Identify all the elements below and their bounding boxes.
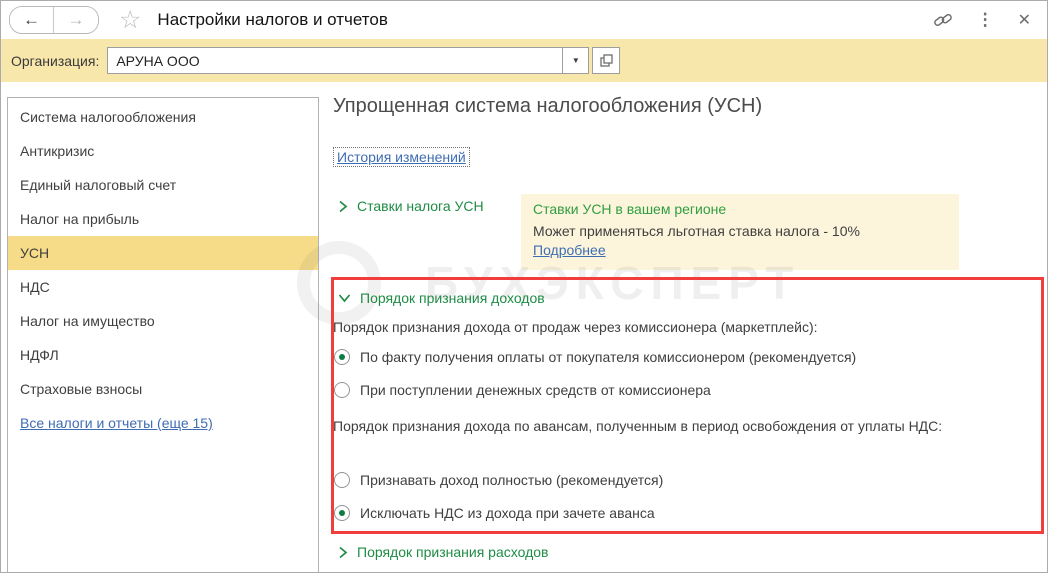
group-label: Порядок признания расходов bbox=[357, 544, 549, 560]
radio-label: Исключать НДС из дохода при зачете аванс… bbox=[360, 505, 655, 521]
infobox-title: Ставки УСН в вашем регионе bbox=[533, 201, 727, 217]
question-advances: Порядок признания дохода по авансам, пол… bbox=[333, 418, 943, 434]
infobox-text: Может применяться льготная ставка налога… bbox=[533, 223, 860, 239]
radio-option-recognize-full[interactable]: Признавать доход полностью (рекомендуетс… bbox=[334, 469, 663, 491]
radio-option-payment-by-buyer[interactable]: По факту получения оплаты от покупателя … bbox=[334, 346, 856, 368]
group-expense-recognition[interactable]: Порядок признания расходов bbox=[338, 544, 548, 560]
group-label: Ставки налога УСН bbox=[357, 198, 484, 214]
details-link[interactable]: Подробнее bbox=[533, 242, 606, 258]
tax-settings-window: ← → ☆ Настройки налогов и отчетов ⋮ ✕ Ор… bbox=[0, 0, 1048, 573]
radio-label: По факту получения оплаты от покупателя … bbox=[360, 349, 857, 365]
radio-option-exclude-nds[interactable]: Исключать НДС из дохода при зачете аванс… bbox=[334, 502, 655, 524]
radio-option-funds-from-commissioner[interactable]: При поступлении денежных средств от коми… bbox=[334, 379, 711, 401]
main-pane: Упрощенная система налогообложения (УСН)… bbox=[1, 1, 1047, 572]
chevron-down-icon bbox=[338, 293, 351, 303]
radio-selected-icon[interactable] bbox=[334, 505, 350, 521]
radio-label: При поступлении денежных средств от коми… bbox=[360, 382, 711, 398]
radio-unselected-icon[interactable] bbox=[334, 472, 350, 488]
radio-label: Признавать доход полностью (рекомендуетс… bbox=[360, 472, 664, 488]
history-link[interactable]: История изменений bbox=[333, 147, 470, 167]
section-heading: Упрощенная система налогообложения (УСН) bbox=[333, 95, 763, 117]
question-marketplace: Порядок признания дохода от продаж через… bbox=[333, 319, 818, 335]
chevron-right-icon bbox=[338, 546, 348, 559]
group-income-recognition[interactable]: Порядок признания доходов bbox=[338, 290, 545, 306]
radio-selected-icon[interactable] bbox=[334, 349, 350, 365]
region-rates-infobox: Ставки УСН в вашем регионе Может применя… bbox=[521, 194, 959, 270]
chevron-right-icon bbox=[338, 200, 348, 213]
group-label: Порядок признания доходов bbox=[360, 290, 545, 306]
radio-unselected-icon[interactable] bbox=[334, 382, 350, 398]
group-usn-rates[interactable]: Ставки налога УСН bbox=[338, 198, 484, 214]
